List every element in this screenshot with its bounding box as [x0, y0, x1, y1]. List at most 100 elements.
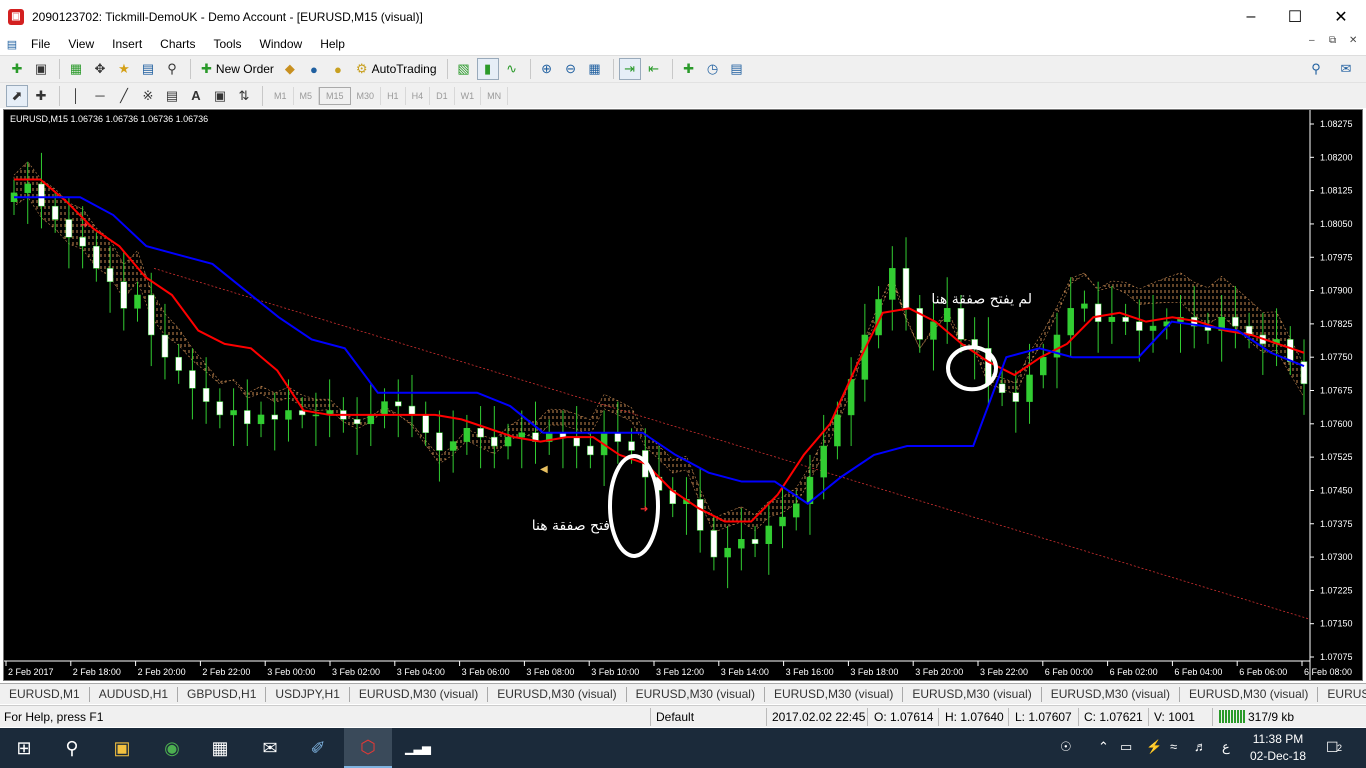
menu-file[interactable]: File	[22, 37, 59, 51]
menu-view[interactable]: View	[59, 37, 103, 51]
timeframe-m15[interactable]: M15	[319, 86, 351, 105]
mdi-minimize-icon[interactable]: –	[1309, 35, 1315, 46]
close-button[interactable]: ✕	[1318, 0, 1364, 33]
start-icon[interactable]: ⊞	[0, 728, 48, 768]
wifi-icon[interactable]: ≈	[1170, 739, 1177, 754]
menu-insert[interactable]: Insert	[103, 37, 151, 51]
candle-body	[724, 547, 731, 558]
market-watch-icon[interactable]: ▦	[65, 58, 87, 80]
minimize-button[interactable]: –	[1228, 0, 1274, 33]
candlestick-chart-icon[interactable]: ▮	[476, 58, 499, 80]
line-chart-icon[interactable]: ∿	[501, 58, 523, 80]
signals-icon[interactable]: ●	[327, 58, 349, 80]
chart-tab[interactable]: EURUSD,M30 (visual)	[627, 686, 765, 702]
mail-icon[interactable]: ✉	[246, 728, 294, 768]
text-icon[interactable]: A	[185, 85, 207, 107]
menu-help[interactable]: Help	[311, 37, 354, 51]
terminal-icon[interactable]: ▤	[137, 58, 159, 80]
data-window-icon[interactable]: ✥	[89, 58, 111, 80]
timeframe-h1[interactable]: H1	[381, 86, 406, 105]
timeframe-m30[interactable]: M30	[351, 86, 382, 105]
timeframe-m1[interactable]: M1	[268, 86, 294, 105]
zoom-out-icon[interactable]: ⊖	[560, 58, 582, 80]
chart-tab[interactable]: EURUSD,M30 (visual)	[1180, 686, 1319, 702]
search-icon[interactable]: ⚲	[48, 728, 96, 768]
menu-tools[interactable]: Tools	[205, 37, 251, 51]
auto-scroll-icon[interactable]: ⇥	[618, 58, 641, 80]
chart-tab[interactable]: EURUSD,	[1318, 687, 1366, 702]
chat-icon[interactable]: ✉	[1335, 58, 1357, 80]
people-icon[interactable]: ☉	[1060, 739, 1072, 755]
chart-tab[interactable]: GBPUSD,H1	[178, 686, 267, 702]
timeframe-h4[interactable]: H4	[406, 86, 431, 105]
show-hidden-icons[interactable]: ⌃	[1098, 739, 1109, 755]
candle-body	[930, 321, 937, 340]
meta-editor-icon[interactable]: ◆	[279, 58, 301, 80]
timeframe-mn[interactable]: MN	[481, 86, 509, 105]
status-profile[interactable]: Default	[656, 710, 694, 724]
battery-icon[interactable]: ▭	[1120, 739, 1132, 755]
indicators-icon[interactable]: ✚	[678, 58, 700, 80]
chart-tab[interactable]: EURUSD,M30 (visual)	[488, 686, 627, 702]
chart-tab[interactable]: EURUSD,M30 (visual)	[350, 686, 489, 702]
chart-window-icon[interactable]: ▤	[4, 33, 20, 55]
trendline-icon[interactable]: ╱	[113, 85, 135, 107]
timeframe-d1[interactable]: D1	[430, 86, 455, 105]
mdi-close-icon[interactable]: ✕	[1349, 35, 1357, 46]
price-tick-label: 1.07150	[1320, 619, 1353, 629]
clock[interactable]: 11:38 PM 02-Dec-18	[1248, 731, 1308, 765]
menu-charts[interactable]: Charts	[151, 37, 204, 51]
strategy-tester-icon[interactable]: ⚲	[161, 58, 183, 80]
chart-tab[interactable]: USDJPY,H1	[266, 686, 350, 702]
store-icon[interactable]: ▦	[196, 728, 244, 768]
mdi-restore-icon[interactable]: ⧉	[1329, 35, 1336, 46]
text-label-icon[interactable]: ▣	[209, 85, 231, 107]
candle-body	[38, 183, 45, 207]
connection-bars-icon[interactable]	[1219, 710, 1245, 723]
autotrading-button[interactable]: ⚙ AutoTrading	[351, 58, 442, 80]
chart-tab[interactable]: AUDUSD,H1	[90, 686, 179, 702]
bar-chart-icon[interactable]: ▧	[453, 58, 475, 80]
metatrader-icon[interactable]: ⬡	[344, 728, 392, 768]
time-tick-label: 3 Feb 02:00	[332, 667, 380, 677]
chart-tab[interactable]: EURUSD,M30 (visual)	[765, 686, 904, 702]
vertical-line-icon[interactable]: │	[65, 85, 87, 107]
new-chart-icon[interactable]: ✚	[6, 58, 28, 80]
equidistant-channel-icon[interactable]: ※	[137, 85, 159, 107]
language-indicator[interactable]: ع	[1222, 739, 1230, 755]
paint-icon[interactable]: ✐	[294, 728, 342, 768]
chart-tab[interactable]: EURUSD,M30 (visual)	[903, 686, 1042, 702]
annotation-no-trade: لم يفتح صفقة هنا	[931, 291, 1032, 307]
horizontal-line-icon[interactable]: ─	[89, 85, 111, 107]
fibonacci-icon[interactable]: ▤	[161, 85, 183, 107]
crosshair-icon[interactable]: ✚	[30, 85, 52, 107]
chart-window[interactable]: 1.08275 1.08200 1.08125 1.08050 1.07975 1.079…	[3, 109, 1363, 681]
timeframe-m5[interactable]: M5	[294, 86, 320, 105]
templates-icon[interactable]: ▤	[726, 58, 748, 80]
price-chart[interactable]: 1.08275 1.08200 1.08125 1.08050 1.07975 1.079…	[4, 110, 1362, 680]
navigator-icon[interactable]: ★	[113, 58, 135, 80]
cursor-icon[interactable]: ⬈	[6, 84, 28, 107]
chart-shift-icon[interactable]: ⇤	[643, 58, 665, 80]
zoom-in-icon[interactable]: ⊕	[536, 58, 558, 80]
price-tick-label: 1.07450	[1320, 485, 1353, 495]
market-icon[interactable]: ●	[303, 58, 325, 80]
chrome-icon[interactable]: ◉	[148, 728, 196, 768]
timeframe-w1[interactable]: W1	[455, 86, 482, 105]
arrows-icon[interactable]: ⇅	[233, 85, 255, 107]
tile-windows-icon[interactable]: ▦	[584, 58, 606, 80]
file-explorer-icon[interactable]: ▣	[98, 728, 146, 768]
maximize-button[interactable]: ☐	[1272, 0, 1318, 33]
power-icon[interactable]: ⚡	[1146, 739, 1162, 755]
profiles-icon[interactable]: ▣	[30, 58, 52, 80]
new-order-button[interactable]: ✚ New Order	[196, 58, 279, 80]
metaeditor-icon[interactable]: ▁▃▅	[394, 728, 442, 768]
chart-tab[interactable]: EURUSD,M30 (visual)	[1042, 686, 1181, 702]
menu-window[interactable]: Window	[251, 37, 312, 51]
search-icon[interactable]: ⚲	[1305, 58, 1327, 80]
periods-icon[interactable]: ◷	[702, 58, 724, 80]
toolbar-separator	[190, 59, 191, 79]
candle-body	[65, 219, 73, 238]
chart-tab[interactable]: EURUSD,M1	[0, 686, 90, 702]
volume-icon[interactable]: ♬	[1194, 739, 1207, 754]
